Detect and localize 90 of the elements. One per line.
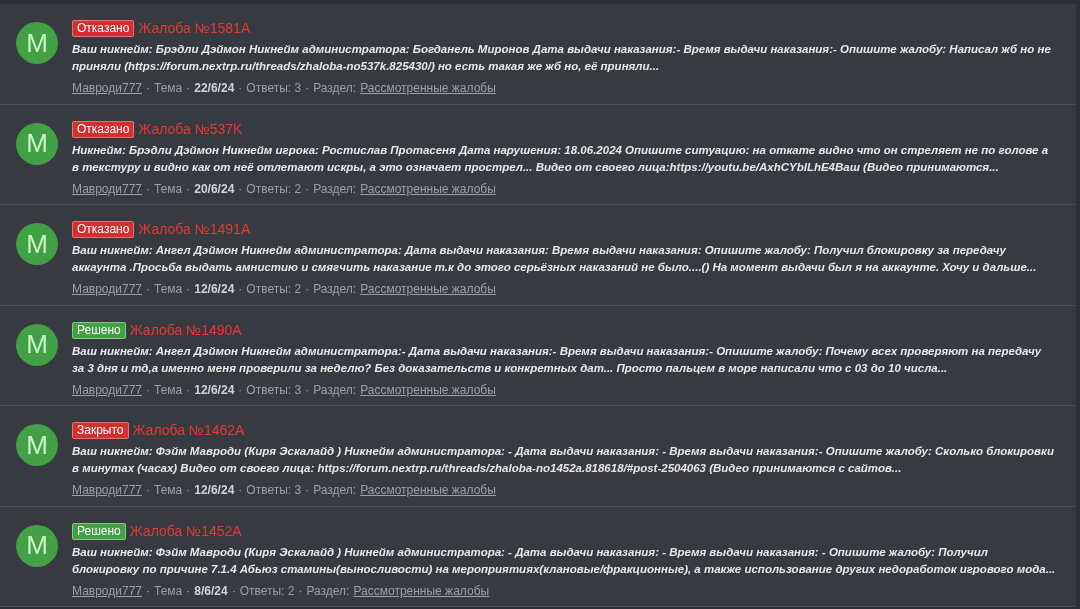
thread-title[interactable]: Жалоба №537K — [138, 118, 243, 140]
thread-snippet: Ваш никнейм: Ангел Дэймон Никнейм администратора: Дата выдачи наказания: Время выдачи наказания: Опишите жалобу: Получил блокировку за передачу аккаунта .Просьба выдать амнистию и смягчить наказание т.к до этого серьёзных наказаний не было....() На момент выдачи был я на аккаунте. Хочу и дальше... — [72, 243, 1038, 275]
thread-date: 12/6/24 — [194, 482, 235, 499]
thread-type: Тема — [154, 582, 183, 600]
separator: · — [238, 180, 243, 198]
separator: · — [146, 582, 150, 600]
thread-snippet: Ваш никнейм: Брэдли Дэймон Никнейм администратора: Богданель Миронов Дата выдачи наказания:- Время выдачи наказания:- Опишите жалобу: Написал жб но не приняли (https://forum.nextrp.ru/threads/zhaloba-no537k.825430/) но есть такая же жб но, её приняли... — [72, 42, 1052, 74]
thread-row[interactable] — [0, 104, 1076, 205]
thread-snippet: Ваш никнейм: Ангел Дэймон Никнейм администратора:- Дата выдачи наказания:- Время выдачи наказания:- Опишите жалобу: Почему всех проверяют на передачу за 3 дня и тд,а именно меня проверили за неделю? Без доказательств и конкретных дат... Просто пальцем в море написали что с 03 до 10 числа... — [72, 343, 1043, 376]
thread-title[interactable]: Жалоба №1490А — [129, 319, 242, 341]
thread-snippet: Ваш никнейм: Фэйм Мавроди (Киря Эскалайд ) Никнейм администратора: - Дата выдачи наказания: - Время выдачи наказания:- Опишите жалобу: Сколько блокировки в минутах (часах) Видео от своего лица: https://forum.nextrp.ru/threads/zhaloba-no1452a.818618/#post-2504063 (Видео принимаются с сайтов... — [72, 444, 1055, 476]
separator: · — [231, 582, 236, 600]
separator: · — [238, 381, 243, 399]
thread-type: Тема — [154, 482, 183, 499]
status-badge: Отказано — [72, 221, 135, 238]
thread-row[interactable] — [0, 4, 1076, 105]
separator: · — [305, 482, 310, 499]
avatar[interactable]: M — [16, 424, 58, 466]
section-link[interactable]: Рассмотренные жалобы — [353, 581, 490, 600]
section-label: Раздел: — [313, 381, 357, 399]
thread-date: 12/6/24 — [194, 381, 235, 399]
section-link[interactable]: Рассмотренные жалобы — [360, 179, 496, 198]
thread-row[interactable] — [0, 406, 1076, 507]
section-link[interactable]: Рассмотренные жалобы — [360, 481, 496, 499]
thread-row[interactable] — [0, 305, 1076, 406]
separator: · — [305, 80, 310, 97]
status-badge: Отказано — [72, 20, 135, 37]
separator: · — [305, 180, 310, 198]
avatar[interactable]: M — [16, 122, 58, 165]
thread-date: 12/6/24 — [194, 281, 235, 298]
reply-count: Ответы: 2 — [246, 281, 302, 298]
separator: · — [146, 80, 150, 97]
thread-title[interactable]: Жалоба №1491А — [138, 219, 251, 240]
thread-row[interactable] — [0, 506, 1076, 607]
separator: · — [186, 281, 191, 298]
section-link[interactable]: Рассмотренные жалобы — [360, 79, 496, 97]
thread-type: Тема — [154, 281, 183, 298]
thread-title[interactable]: Жалоба №1452А — [129, 520, 242, 542]
status-badge: Отказано — [72, 120, 135, 138]
thread-title[interactable]: Жалоба №1581А — [138, 18, 251, 39]
author-link[interactable]: Мавроди777 — [72, 179, 142, 198]
thread-date: 20/6/24 — [194, 180, 235, 198]
thread-date: 22/6/24 — [194, 80, 235, 97]
thread-row[interactable] — [0, 205, 1076, 306]
section-label: Раздел: — [313, 180, 357, 198]
separator: · — [146, 180, 150, 198]
reply-count: Ответы: 3 — [246, 381, 302, 399]
reply-count: Ответы: 2 — [239, 582, 295, 600]
avatar[interactable]: M — [16, 223, 58, 265]
separator: · — [238, 80, 243, 97]
section-label: Раздел: — [313, 281, 357, 298]
separator: · — [238, 482, 243, 499]
section-link[interactable]: Рассмотренные жалобы — [360, 380, 496, 399]
status-badge: Решено — [72, 321, 126, 339]
separator: · — [305, 281, 310, 298]
status-badge: Решено — [72, 522, 126, 540]
separator: · — [298, 582, 303, 600]
separator: · — [238, 281, 243, 298]
separator: · — [146, 381, 150, 399]
thread-type: Тема — [154, 180, 183, 198]
avatar[interactable]: M — [16, 22, 58, 64]
thread-snippet: Никнейм: Брэдли Дэймон Никнейм игрока: Ростислав Протасеня Дата нарушения: 18.06.2024 Опишите ситуацию: на откате видно что он стреляет не по голове а в текстуру и видно как от неё отлетают искры, а это означает прострел... Видео от своего лица:https://youtu.be/AxhCYblLhE4Ваш (Видео принимаются... — [72, 142, 1050, 175]
thread-snippet: Ваш никнейм: Фэйм Мавроди (Киря Эскалайд ) Никнейм администратора: - Дата выдачи наказания: - Время выдачи наказания: - Опишите жалобу: Получил блокировку по причине 7.1.4 Абьюз стамины(выносливости) на мероприятиях(клановые/фракционные), а также использование других недоработок игрового мода... — [72, 544, 1056, 577]
thread-date: 8/6/24 — [194, 582, 228, 600]
author-link[interactable]: Мавроди777 — [72, 380, 142, 399]
reply-count: Ответы: 3 — [246, 482, 302, 499]
separator: · — [186, 381, 191, 399]
separator: · — [146, 281, 150, 298]
thread-type: Тема — [154, 80, 183, 97]
separator: · — [186, 582, 191, 600]
author-link[interactable]: Мавроди777 — [72, 280, 142, 298]
section-link[interactable]: Рассмотренные жалобы — [360, 280, 496, 298]
separator: · — [186, 80, 191, 97]
author-link[interactable]: Мавроди777 — [72, 581, 142, 600]
avatar[interactable]: M — [16, 524, 58, 567]
reply-count: Ответы: 2 — [246, 180, 302, 198]
separator: · — [186, 482, 191, 499]
status-badge: Закрыто — [72, 422, 129, 439]
section-label: Раздел: — [313, 482, 357, 499]
author-link[interactable]: Мавроди777 — [72, 481, 142, 499]
separator: · — [146, 482, 150, 499]
thread-title[interactable]: Жалоба №1462А — [132, 420, 245, 441]
reply-count: Ответы: 3 — [246, 80, 302, 97]
section-label: Раздел: — [313, 80, 357, 97]
avatar[interactable]: M — [16, 323, 58, 366]
section-label: Раздел: — [306, 582, 350, 600]
separator: · — [186, 180, 191, 198]
thread-type: Тема — [154, 381, 183, 399]
author-link[interactable]: Мавроди777 — [72, 79, 142, 97]
separator: · — [305, 381, 310, 399]
